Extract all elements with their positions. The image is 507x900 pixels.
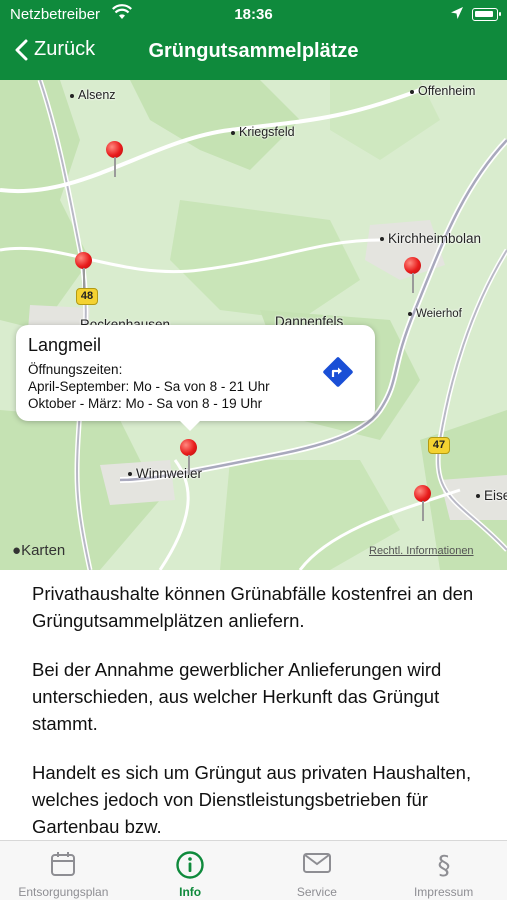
legal-link[interactable]: Rechtl. Informationen — [369, 545, 474, 557]
place-dot-icon — [408, 311, 412, 316]
tab-info[interactable]: Info — [127, 841, 254, 900]
road-shield-47: 47 — [428, 437, 450, 454]
pin-stick — [422, 501, 424, 521]
pin-stick — [83, 268, 85, 288]
pin-stick — [188, 455, 190, 475]
clock: 18:36 — [234, 6, 273, 23]
place-dot-icon — [410, 89, 414, 94]
directions-button[interactable] — [321, 355, 355, 389]
place-label: Offenheim — [410, 84, 475, 98]
pin-stick — [412, 273, 414, 293]
status-bar: Netzbetreiber 18:36 — [0, 0, 507, 28]
map-pin[interactable] — [75, 252, 93, 292]
place-dot-icon — [476, 494, 480, 499]
pin-head-icon — [75, 252, 92, 269]
place-dot-icon — [380, 237, 384, 242]
map-pin-selected[interactable] — [180, 439, 198, 479]
map-view[interactable]: Alsenz Offenheim Kriegsfeld Kirchheimbol… — [0, 80, 507, 570]
callout-hours-winter: Oktober - März: Mo - Sa von 8 - 19 Uhr — [28, 396, 263, 411]
map-brand: ●Karten — [12, 542, 66, 559]
page-title: Grüngutsammelplätze — [0, 40, 507, 63]
top-bar: Netzbetreiber 18:36 Zurück Grüngutsammel… — [0, 0, 507, 80]
pin-stick — [114, 157, 116, 177]
navigation-bar: Zurück Grüngutsammelplätze — [0, 28, 507, 80]
info-icon — [176, 851, 204, 879]
section-sign-icon: § — [437, 851, 450, 880]
info-text: Privathaushalte können Grünabfälle koste… — [32, 580, 482, 838]
tab-label: Info — [179, 885, 202, 899]
callout-hours-summer: April-September: Mo - Sa von 8 - 21 Uhr — [28, 379, 270, 394]
map-pin[interactable] — [414, 485, 432, 525]
map-pin[interactable] — [404, 257, 422, 297]
page-title-text: Grüngutsammelplätze — [148, 40, 359, 62]
battery-icon — [472, 8, 501, 21]
svg-text:§: § — [437, 851, 450, 880]
apple-logo-icon: ● — [12, 542, 22, 559]
calendar-icon — [51, 852, 76, 876]
location-arrow-icon — [450, 6, 464, 24]
place-dot-icon — [231, 130, 235, 135]
tab-label: Impressum — [413, 885, 474, 899]
callout-hours-label: Öffnungszeiten: — [28, 362, 123, 377]
tab-label: Service — [296, 885, 337, 899]
place-label: Weierhof — [408, 308, 462, 320]
callout-title: Langmeil — [28, 335, 102, 355]
tab-bar: Entsorgungsplan Info Service § Impressum — [0, 840, 507, 900]
place-label: Alsenz — [70, 88, 116, 102]
pin-head-icon — [404, 257, 421, 274]
paragraph: Privathaushalte können Grünabfälle koste… — [32, 583, 474, 631]
place-dot-icon — [70, 93, 74, 98]
place-label: Kirchheimbolan — [380, 231, 481, 246]
directions-icon — [323, 357, 353, 387]
pin-head-icon — [180, 439, 197, 456]
tab-impressum[interactable]: § Impressum — [380, 841, 507, 900]
paragraph: Bei der Annahme gewerblicher Anlieferung… — [32, 659, 442, 734]
envelope-icon — [302, 853, 331, 873]
place-dot-icon — [128, 472, 132, 477]
map-callout[interactable]: Langmeil Öffnungszeiten: April-September… — [16, 325, 375, 431]
tab-label: Entsorgungsplan — [18, 885, 109, 899]
tab-entsorgungsplan[interactable]: Entsorgungsplan — [0, 841, 127, 900]
map-pin[interactable] — [106, 141, 124, 181]
pin-head-icon — [414, 485, 431, 502]
paragraph: Handelt es sich um Grüngut aus privaten … — [32, 762, 472, 837]
tab-service[interactable]: Service — [254, 841, 381, 900]
place-label: Kriegsfeld — [231, 125, 295, 139]
pin-head-icon — [106, 141, 123, 158]
place-label: Eise — [476, 488, 507, 503]
